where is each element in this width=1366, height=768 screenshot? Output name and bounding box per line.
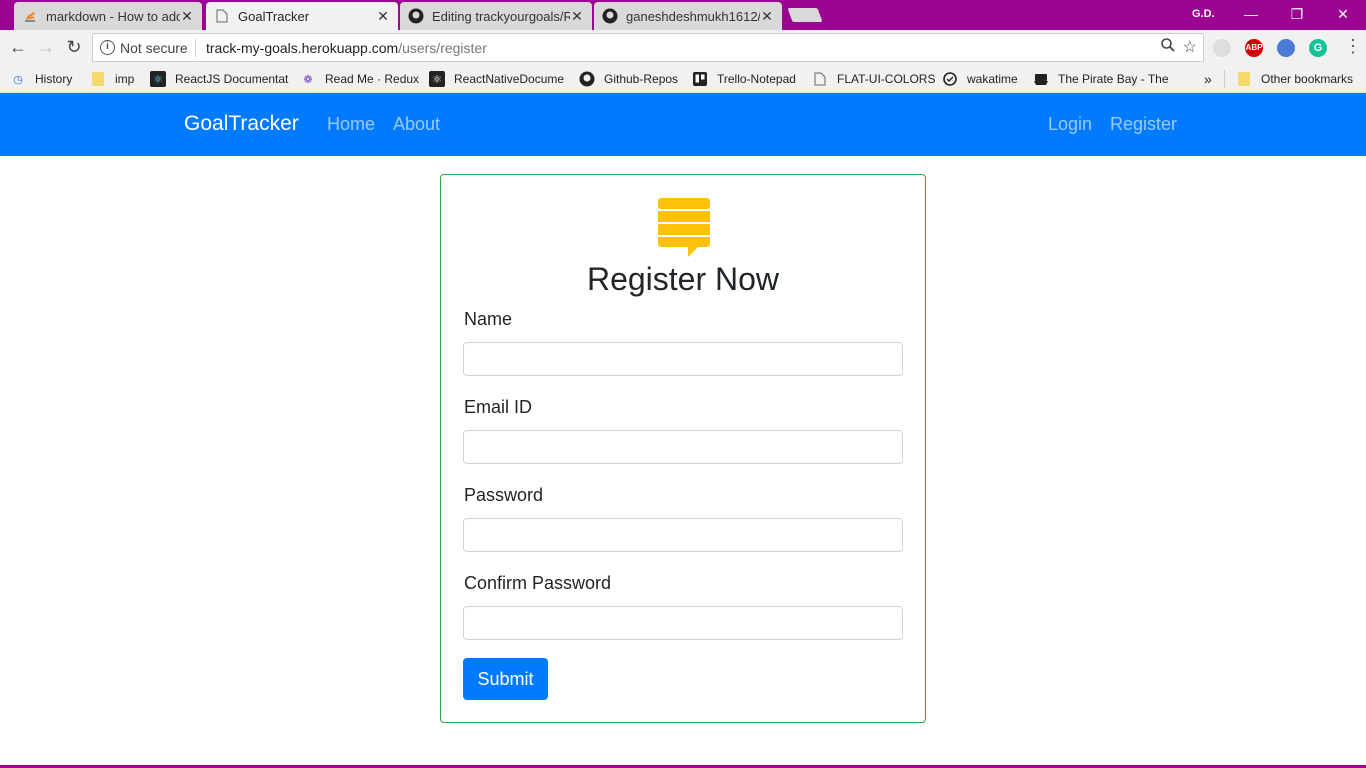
zoom-icon[interactable] [1161, 38, 1175, 56]
tab-goaltracker[interactable]: GoalTracker ✕ [206, 2, 398, 30]
name-label: Name [464, 309, 513, 329]
close-icon[interactable]: ✕ [180, 8, 194, 25]
chat-logo-icon [658, 198, 710, 257]
bookmark-label: ReactJS Documentat [175, 72, 289, 86]
bookmark-label: History [35, 72, 73, 86]
email-field[interactable] [463, 430, 903, 464]
bookmark-label: wakatime [967, 72, 1018, 86]
menu-icon[interactable]: ⋮ [1344, 36, 1362, 57]
bookmark-reactnative[interactable]: ⚛ ReactNativeDocume [429, 70, 564, 88]
close-window-icon[interactable]: ✕ [1328, 4, 1358, 24]
tab-title: markdown - How to add [46, 8, 180, 24]
bookmark-label: ReactNativeDocume [454, 72, 565, 86]
bookmark-reactjs[interactable]: ⚛ ReactJS Documentat [150, 70, 288, 88]
bookmark-wakatime[interactable]: wakatime [942, 70, 1018, 88]
bookmark-trello[interactable]: Trello-Notepad [692, 70, 796, 88]
tab-markdown[interactable]: markdown - How to add ✕ [14, 2, 202, 30]
submit-button[interactable]: Submit [463, 658, 548, 700]
page-title: Register Now [586, 261, 780, 297]
bookmark-label: The Pirate Bay - The [1058, 72, 1169, 86]
tab-ganeshdeshmukh[interactable]: ganeshdeshmukh1612/tr ✕ [594, 2, 782, 30]
register-card: Register Now Name Email ID Password Conf… [440, 174, 926, 723]
bookmark-label: Trello-Notepad [717, 72, 796, 86]
github-icon [408, 8, 424, 24]
brand-link[interactable]: GoalTracker [184, 112, 299, 136]
close-icon[interactable]: ✕ [760, 8, 774, 25]
nav-link-register[interactable]: Register [1110, 114, 1177, 135]
github-icon [579, 71, 595, 87]
github-icon [602, 8, 618, 24]
tab-editing-trackyourgoals[interactable]: Editing trackyourgoals/R ✕ [400, 2, 592, 30]
react-icon: ⚛ [429, 71, 445, 87]
url-path: /users/register [398, 40, 487, 56]
history-icon: ◷ [13, 73, 23, 86]
redux-icon: ❁ [303, 73, 313, 86]
divider [195, 39, 196, 57]
tab-title: Editing trackyourgoals/R [432, 8, 570, 24]
bookmark-label: imp [115, 72, 135, 86]
url-host: track-my-goals.herokuapp.com [206, 40, 399, 56]
email-label: Email ID [464, 397, 533, 417]
folder-icon [1236, 71, 1252, 87]
bookmark-flat-ui-colors[interactable]: FLAT-UI-COLORS [812, 70, 935, 88]
page-icon [812, 71, 828, 87]
trello-icon [692, 71, 708, 87]
browser-titlebar: markdown - How to add ✕ GoalTracker ✕ Ed… [0, 0, 1366, 30]
bookmark-star-icon[interactable]: ☆ [1183, 37, 1197, 57]
bookmark-github-repos[interactable]: Github-Repos [579, 70, 678, 88]
bookmark-other[interactable]: Other bookmarks [1236, 70, 1353, 88]
name-field[interactable] [463, 342, 903, 376]
wakatime-icon [942, 71, 958, 87]
info-icon[interactable]: i [100, 40, 115, 55]
more-bookmarks-button[interactable]: » [1204, 70, 1212, 88]
nav-link-login[interactable]: Login [1048, 114, 1092, 135]
nav-link-about[interactable]: About [393, 114, 440, 135]
bookmark-label: Other bookmarks [1261, 72, 1354, 86]
bookmark-label: Github-Repos [604, 72, 679, 86]
password-label: Password [464, 485, 544, 505]
wappalyzer-icon[interactable] [1277, 39, 1295, 57]
browser-toolbar: ← → ↻ i Not secure track-my-goals.heroku… [0, 30, 1366, 65]
forward-arrow-icon[interactable]: → [34, 36, 58, 60]
bookmark-history[interactable]: ◷ History [10, 70, 72, 88]
tab-title: ganeshdeshmukh1612/tr [626, 8, 760, 24]
confirm-password-label: Confirm Password [464, 573, 612, 593]
restore-icon[interactable]: ❐ [1282, 4, 1312, 24]
bookmark-piratebay[interactable]: The Pirate Bay - The [1033, 70, 1169, 88]
nav-link-home[interactable]: Home [327, 114, 375, 135]
folder-icon [90, 71, 106, 87]
close-icon[interactable]: ✕ [376, 8, 390, 25]
bookmark-imp[interactable]: imp [90, 70, 134, 88]
divider [1224, 70, 1225, 88]
minimize-icon[interactable]: — [1236, 4, 1266, 24]
bookmark-redux[interactable]: ❁ Read Me · Redux [300, 70, 419, 88]
bookmark-label: Read Me · Redux [325, 72, 420, 86]
tab-title: GoalTracker [238, 8, 310, 24]
extension-gear-icon[interactable] [1213, 39, 1231, 57]
confirm-password-field[interactable] [463, 606, 903, 640]
grammarly-icon[interactable]: G [1309, 39, 1327, 57]
adblock-plus-icon[interactable]: ABP [1245, 39, 1263, 57]
page-icon [214, 8, 230, 24]
pirate-ship-icon [1033, 71, 1049, 87]
react-icon: ⚛ [150, 71, 166, 87]
site-navbar: GoalTracker Home About Login Register [0, 93, 1366, 156]
new-tab-button[interactable] [787, 8, 823, 22]
password-field[interactable] [463, 518, 903, 552]
bookmarks-bar: ◷ History imp ⚛ ReactJS Documentat ❁ Rea… [0, 65, 1366, 93]
profile-label[interactable]: G.D. [1192, 8, 1215, 20]
url-text[interactable]: track-my-goals.herokuapp.com/users/regis… [206, 40, 487, 56]
address-bar[interactable]: i Not secure track-my-goals.herokuapp.co… [92, 33, 1204, 62]
reload-icon[interactable]: ↻ [62, 36, 86, 60]
bookmark-label: FLAT-UI-COLORS [837, 72, 936, 86]
stackoverflow-icon [22, 8, 38, 24]
back-arrow-icon[interactable]: ← [6, 36, 30, 60]
close-icon[interactable]: ✕ [570, 8, 584, 25]
security-label[interactable]: Not secure [120, 40, 188, 56]
